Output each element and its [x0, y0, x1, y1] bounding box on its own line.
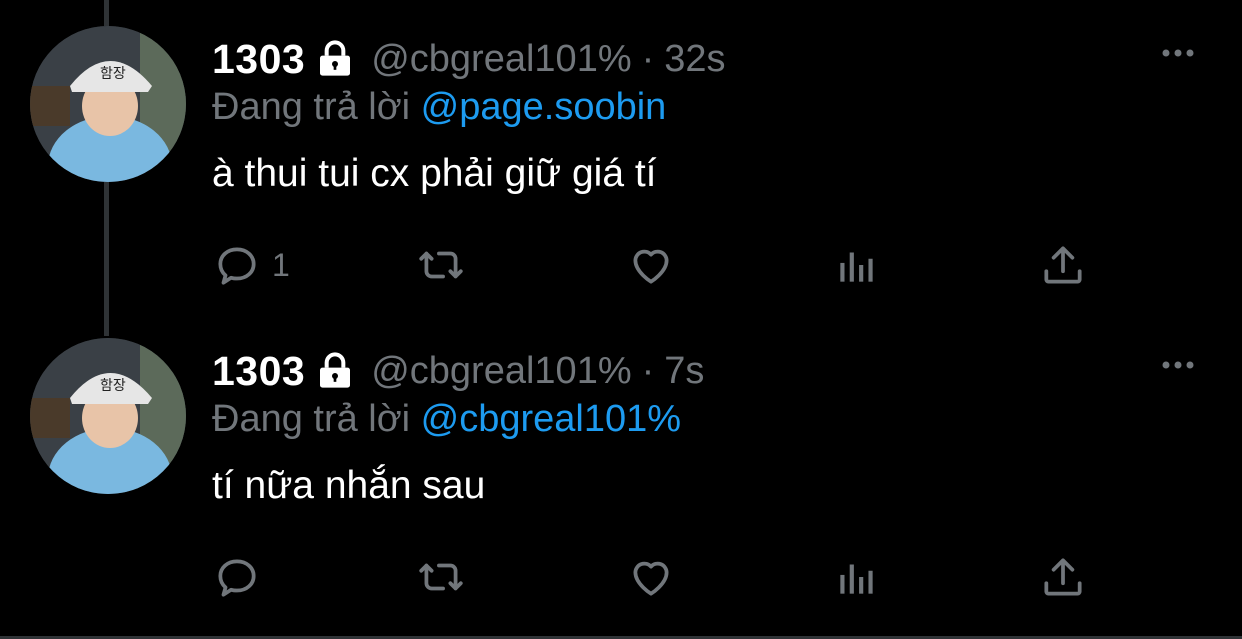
- analytics-button[interactable]: [832, 238, 882, 292]
- avatar-helmet-text: 함장: [100, 378, 126, 394]
- timestamp[interactable]: 32s: [664, 38, 725, 81]
- separator-dot: ·: [641, 37, 655, 80]
- replying-to-label: Đang trả lời: [212, 398, 411, 440]
- like-button[interactable]: [626, 238, 676, 292]
- tweet-actions: [212, 550, 1112, 604]
- lock-icon: [320, 40, 351, 76]
- tweet-actions: 1: [212, 238, 1112, 292]
- avatar[interactable]: 함장: [30, 338, 186, 494]
- tweet-text: à thui tui cx phải giữ giá tí: [212, 152, 657, 195]
- display-name[interactable]: 1303: [212, 348, 305, 395]
- replying-to: Đang trả lời @cbgreal101%: [212, 398, 681, 441]
- tweet[interactable]: 함장 1303 @cbgreal101% · 7s Đang trả lời @…: [0, 312, 1242, 622]
- replying-to: Đang trả lời @page.soobin: [212, 86, 666, 129]
- more-icon[interactable]: [1158, 350, 1198, 380]
- lock-icon: [320, 352, 351, 388]
- like-button[interactable]: [626, 550, 676, 604]
- tweet[interactable]: 함장 1303 @cbgreal101% · 32s Đang trả lời …: [0, 0, 1242, 310]
- share-button[interactable]: [1038, 238, 1088, 292]
- tweet-text: tí nữa nhắn sau: [212, 464, 486, 507]
- reply-button[interactable]: 1: [212, 238, 290, 292]
- retweet-button[interactable]: [416, 550, 466, 604]
- retweet-button[interactable]: [416, 238, 466, 292]
- share-icon: [1044, 558, 1082, 596]
- heart-icon: [633, 561, 669, 596]
- retweet-icon: [419, 251, 463, 279]
- user-handle[interactable]: @cbgreal101%: [371, 38, 631, 81]
- share-button[interactable]: [1038, 550, 1088, 604]
- reply-count: 1: [272, 246, 290, 283]
- more-icon[interactable]: [1158, 38, 1198, 68]
- reply-icon: [218, 247, 256, 285]
- retweet-icon: [419, 563, 463, 591]
- mention-link[interactable]: @page.soobin: [421, 86, 667, 128]
- user-handle[interactable]: @cbgreal101%: [371, 350, 631, 393]
- avatar-helmet-text: 함장: [100, 66, 126, 82]
- reply-icon: [218, 559, 256, 597]
- timestamp[interactable]: 7s: [664, 350, 704, 393]
- analytics-icon: [840, 252, 873, 282]
- share-icon: [1044, 246, 1082, 284]
- analytics-icon: [840, 564, 873, 594]
- reply-button[interactable]: [212, 550, 272, 604]
- display-name[interactable]: 1303: [212, 36, 305, 83]
- mention-link[interactable]: @cbgreal101%: [421, 398, 681, 440]
- analytics-button[interactable]: [832, 550, 882, 604]
- separator-dot: ·: [641, 349, 655, 392]
- heart-icon: [633, 249, 669, 284]
- replying-to-label: Đang trả lời: [212, 86, 411, 128]
- avatar[interactable]: 함장: [30, 26, 186, 182]
